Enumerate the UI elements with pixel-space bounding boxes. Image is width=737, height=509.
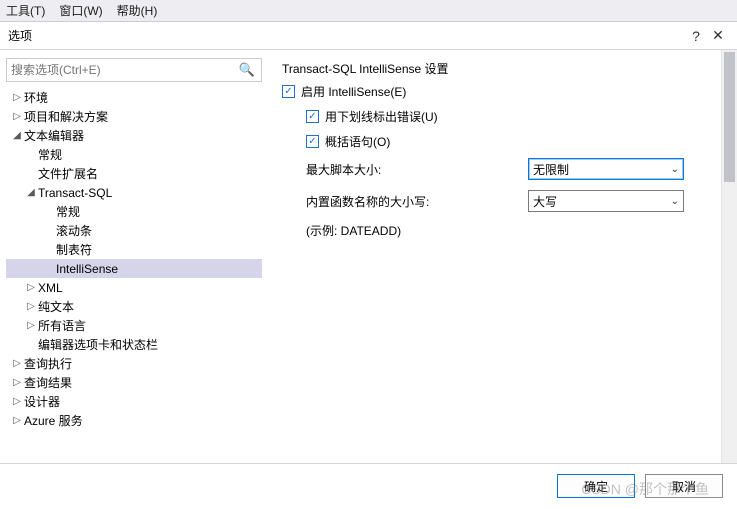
menu-tools[interactable]: 工具(T) (6, 2, 45, 19)
search-input-wrap[interactable]: 🔍 (6, 58, 262, 82)
tree-item-query-exec[interactable]: ▷查询执行 (6, 354, 262, 373)
tree-item-xml[interactable]: ▷XML (6, 278, 262, 297)
tree-item-all-lang[interactable]: ▷所有语言 (6, 316, 262, 335)
right-pane: Transact-SQL IntelliSense 设置 ✓ 启用 Intell… (268, 50, 737, 463)
tree-item-general[interactable]: 常规 (6, 145, 262, 164)
example-text: (示例: DATEADD) (306, 222, 725, 239)
select-func-case[interactable]: 大写 ⌄ (528, 190, 684, 212)
tree-item-tsql[interactable]: ◢Transact-SQL (6, 183, 262, 202)
checkbox-icon: ✓ (282, 85, 295, 98)
left-pane: 🔍 ▷环境 ▷项目和解决方案 ◢文本编辑器 常规 文件扩展名 ◢Transact… (0, 50, 268, 463)
select-value: 大写 (533, 193, 557, 210)
select-value: 无限制 (533, 161, 569, 178)
chevron-right-icon: ▷ (24, 282, 38, 293)
chevron-right-icon: ▷ (10, 415, 24, 426)
tree-item-tsql-general[interactable]: 常规 (6, 202, 262, 221)
chevron-down-icon: ⌄ (671, 196, 679, 207)
close-icon[interactable]: ✕ (707, 27, 729, 44)
checkbox-label: 启用 IntelliSense(E) (301, 83, 406, 100)
tree-item-query-res[interactable]: ▷查询结果 (6, 373, 262, 392)
chevron-right-icon: ▷ (10, 111, 24, 122)
cancel-button[interactable]: 取消 (645, 474, 723, 498)
tree-item-text-editor[interactable]: ◢文本编辑器 (6, 126, 262, 145)
button-bar: 确定 取消 (0, 464, 737, 508)
chevron-down-icon: ◢ (10, 130, 24, 141)
ok-button[interactable]: 确定 (557, 474, 635, 498)
chevron-right-icon: ▷ (10, 358, 24, 369)
chevron-down-icon: ◢ (24, 187, 38, 198)
tree-item-azure[interactable]: ▷Azure 服务 (6, 411, 262, 430)
chevron-down-icon: ⌄ (671, 164, 679, 175)
checkbox-icon: ✓ (306, 110, 319, 123)
label-func-case: 内置函数名称的大小写: (306, 193, 528, 210)
chevron-right-icon: ▷ (10, 92, 24, 103)
tree-item-plain[interactable]: ▷纯文本 (6, 297, 262, 316)
row-max-script-size: 最大脚本大小: 无限制 ⌄ (306, 158, 725, 180)
options-tree: ▷环境 ▷项目和解决方案 ◢文本编辑器 常规 文件扩展名 ◢Transact-S… (6, 88, 262, 463)
dialog-body: 🔍 ▷环境 ▷项目和解决方案 ◢文本编辑器 常规 文件扩展名 ◢Transact… (0, 50, 737, 464)
chevron-right-icon: ▷ (24, 301, 38, 312)
help-icon[interactable]: ? (685, 28, 707, 44)
tree-item-environment[interactable]: ▷环境 (6, 88, 262, 107)
tree-item-editor-tabs[interactable]: 编辑器选项卡和状态栏 (6, 335, 262, 354)
tree-item-tsql-scroll[interactable]: 滚动条 (6, 221, 262, 240)
tree-item-tsql-intellisense[interactable]: IntelliSense (6, 259, 262, 278)
tree-item-projects[interactable]: ▷项目和解决方案 (6, 107, 262, 126)
tree-item-designer[interactable]: ▷设计器 (6, 392, 262, 411)
scrollbar[interactable] (721, 50, 737, 463)
select-max-script[interactable]: 无限制 ⌄ (528, 158, 684, 180)
tree-item-tsql-tabs[interactable]: 制表符 (6, 240, 262, 259)
dialog-title: 选项 (8, 27, 685, 44)
tree-item-file-ext[interactable]: 文件扩展名 (6, 164, 262, 183)
menu-window[interactable]: 窗口(W) (59, 2, 102, 19)
checkbox-outline-statements[interactable]: ✓ 概括语句(O) (306, 133, 725, 150)
scrollbar-thumb[interactable] (724, 52, 735, 182)
menu-help[interactable]: 帮助(H) (117, 2, 158, 19)
dialog-titlebar: 选项 ? ✕ (0, 22, 737, 50)
search-icon[interactable]: 🔍 (237, 62, 257, 78)
search-input[interactable] (11, 63, 237, 77)
checkbox-enable-intellisense[interactable]: ✓ 启用 IntelliSense(E) (282, 83, 725, 100)
label-max-script: 最大脚本大小: (306, 161, 528, 178)
group-title: Transact-SQL IntelliSense 设置 (282, 60, 725, 77)
chevron-right-icon: ▷ (10, 396, 24, 407)
chevron-right-icon: ▷ (24, 320, 38, 331)
row-func-case: 内置函数名称的大小写: 大写 ⌄ (306, 190, 725, 212)
checkbox-icon: ✓ (306, 135, 319, 148)
checkbox-label: 概括语句(O) (325, 133, 390, 150)
chevron-right-icon: ▷ (10, 377, 24, 388)
checkbox-label: 用下划线标出错误(U) (325, 108, 438, 125)
menubar: 工具(T) 窗口(W) 帮助(H) (0, 0, 737, 22)
checkbox-underline-errors[interactable]: ✓ 用下划线标出错误(U) (306, 108, 725, 125)
